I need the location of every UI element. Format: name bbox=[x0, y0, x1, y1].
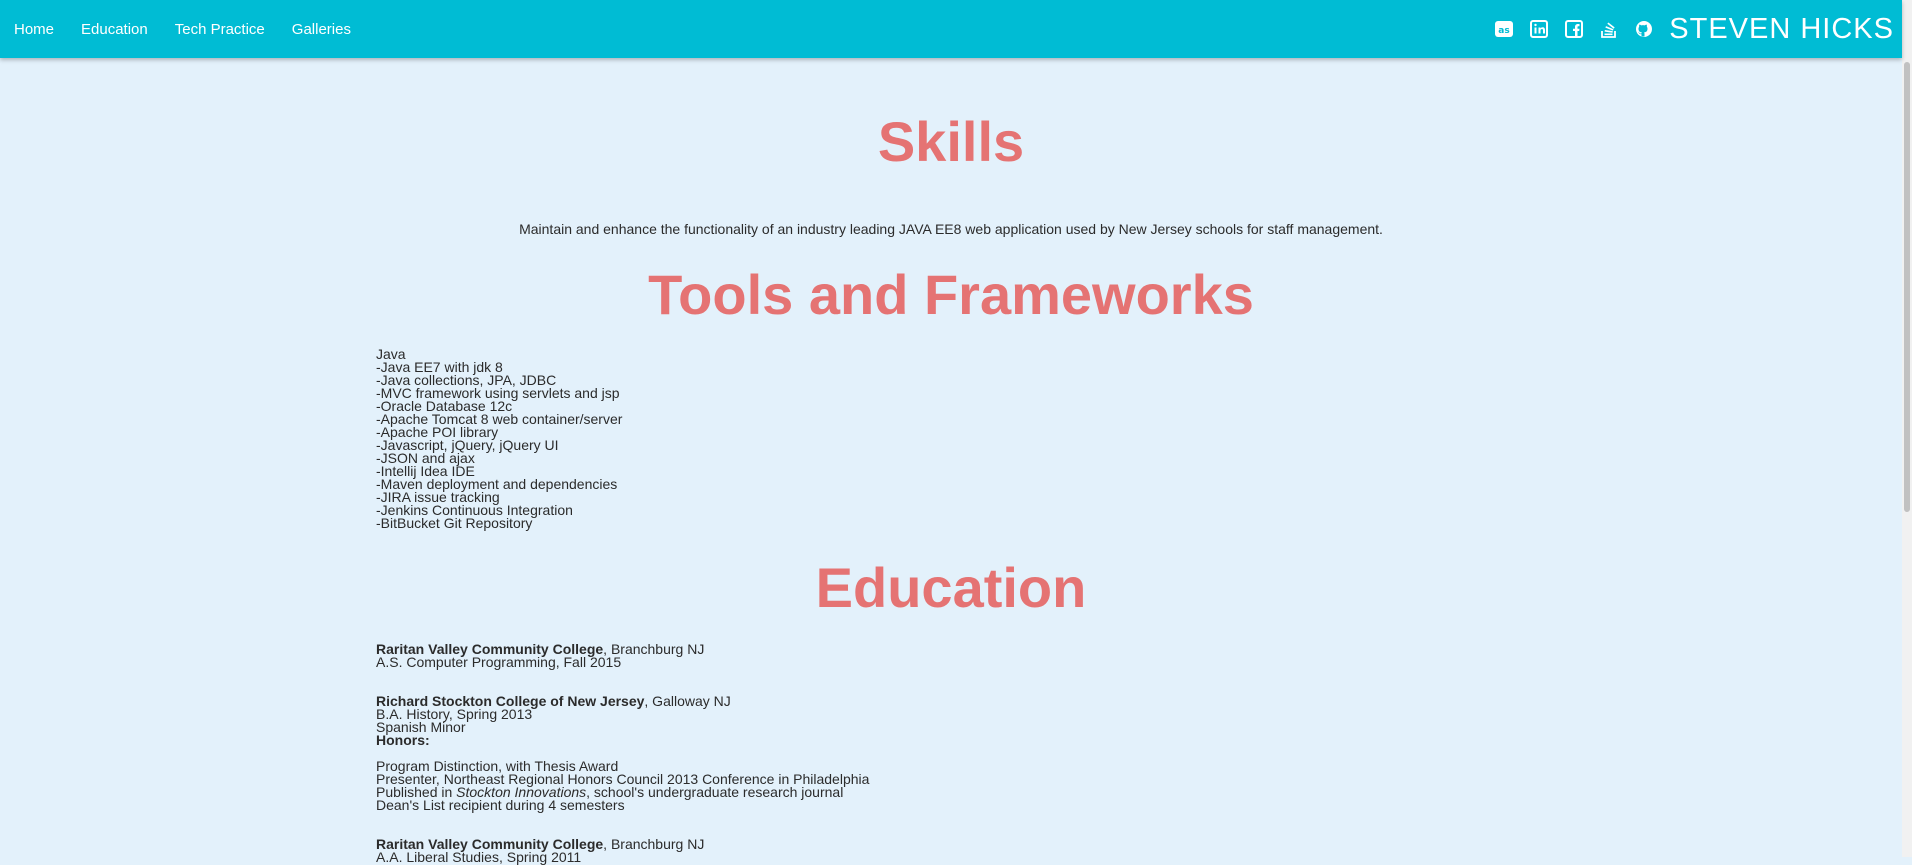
nav-galleries-link[interactable]: Galleries bbox=[292, 21, 351, 38]
top-app-bar: Home Education Tech Practice Galleries a… bbox=[0, 0, 1902, 58]
skills-description: Maintain and enhance the functionality o… bbox=[519, 221, 1383, 237]
nav-tech-practice-link[interactable]: Tech Practice bbox=[175, 21, 265, 38]
tools-item: -BitBucket Git Repository bbox=[376, 515, 533, 531]
main-nav: Home Education Tech Practice Galleries bbox=[14, 0, 378, 58]
vertical-scrollbar[interactable] bbox=[1902, 0, 1912, 857]
scrollbar-thumb[interactable] bbox=[1904, 62, 1910, 512]
lastfm-icon[interactable]: as bbox=[1494, 19, 1514, 39]
site-brand[interactable]: STEVEN HICKS bbox=[1669, 13, 1894, 46]
header-right: as STEVEN HICKS bbox=[1479, 0, 1894, 58]
github-icon[interactable] bbox=[1634, 19, 1654, 39]
honor-item: Dean's List recipient during 4 semesters bbox=[376, 797, 625, 813]
education-heading: Education bbox=[815, 556, 1087, 619]
school-location: , Galloway NJ bbox=[644, 693, 731, 709]
honors-label: Honors: bbox=[376, 732, 430, 748]
minor-line: Spanish Minor bbox=[376, 719, 466, 735]
nav-education-link[interactable]: Education bbox=[81, 21, 148, 38]
tools-list: Java -Java EE7 with jdk 8 -Java collecti… bbox=[376, 347, 622, 531]
nav-home-link[interactable]: Home bbox=[14, 21, 54, 38]
svg-text:as: as bbox=[1499, 26, 1510, 36]
education-list: Raritan Valley Community College, Branch… bbox=[376, 642, 869, 865]
stackoverflow-icon[interactable] bbox=[1599, 19, 1619, 39]
skills-heading: Skills bbox=[877, 110, 1025, 173]
linkedin-icon[interactable] bbox=[1529, 19, 1549, 39]
degree-line: A.A. Liberal Studies, Spring 2011 bbox=[376, 849, 582, 865]
facebook-icon[interactable] bbox=[1564, 19, 1584, 39]
tools-heading: Tools and Frameworks bbox=[648, 263, 1254, 326]
school-location: , Branchburg NJ bbox=[603, 836, 705, 852]
degree-line: A.S. Computer Programming, Fall 2015 bbox=[376, 654, 622, 670]
